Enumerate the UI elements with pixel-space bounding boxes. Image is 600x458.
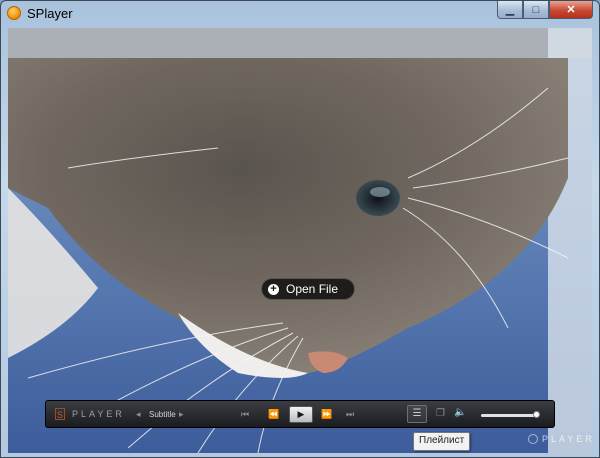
playlist-button[interactable]: ☰ [407, 405, 427, 423]
window-title: SPlayer [27, 6, 73, 21]
minimize-button[interactable]: ▁ [497, 1, 523, 19]
fast-forward-icon[interactable]: ⏩ [321, 409, 332, 420]
subtitle-next-icon[interactable]: ▸ [179, 409, 184, 420]
player-watermark: PLAYER [528, 434, 592, 444]
logo-text: PLAYER [72, 409, 125, 419]
window-controls: ▁ □ ✕ [497, 1, 593, 19]
open-file-label: Open File [286, 282, 339, 296]
plus-circle-icon: + [268, 283, 279, 295]
video-frame-image [8, 28, 592, 453]
splayer-app-icon[interactable] [7, 6, 21, 20]
player-window: SPlayer ▁ □ ✕ + Open File S PLAYER ◂ Sub… [0, 0, 600, 458]
close-icon: ✕ [566, 4, 576, 16]
volume-handle[interactable] [533, 411, 541, 418]
maximize-icon: □ [532, 3, 540, 16]
subtitle-prev-icon[interactable]: ◂ [136, 409, 141, 420]
subtitle-label[interactable]: Subtitle [149, 410, 176, 419]
splayer-logo-icon: S [55, 408, 65, 420]
rewind-icon[interactable]: ⏪ [268, 409, 279, 420]
next-track-icon[interactable]: ⏭ [346, 409, 354, 420]
volume-fill [481, 414, 537, 417]
volume-icon[interactable]: 🔈 [454, 407, 466, 418]
playlist-icon: ☰ [412, 408, 422, 419]
control-bar: S PLAYER ◂ Subtitle ▸ ⏮ ⏪ ▶ ⏩ ⏭ ☰ ❐ 🔈 [45, 400, 555, 428]
video-viewport[interactable]: + Open File S PLAYER ◂ Subtitle ▸ ⏮ ⏪ ▶ … [8, 28, 592, 453]
playlist-tooltip: Плейлист [413, 432, 471, 451]
title-bar[interactable]: SPlayer ▁ □ ✕ [1, 1, 599, 27]
minimize-icon: ▁ [505, 4, 515, 16]
maximize-button[interactable]: □ [523, 1, 549, 19]
watermark-text: PLAYER [542, 434, 592, 444]
open-file-button[interactable]: + Open File [261, 278, 355, 300]
close-button[interactable]: ✕ [549, 1, 593, 19]
previous-track-icon[interactable]: ⏮ [241, 409, 249, 420]
play-button[interactable]: ▶ [289, 406, 313, 423]
watermark-logo-icon [528, 434, 538, 444]
play-icon: ▶ [297, 409, 305, 419]
volume-slider[interactable] [481, 411, 541, 418]
screen-toggle-icon[interactable]: ❐ [436, 408, 445, 419]
